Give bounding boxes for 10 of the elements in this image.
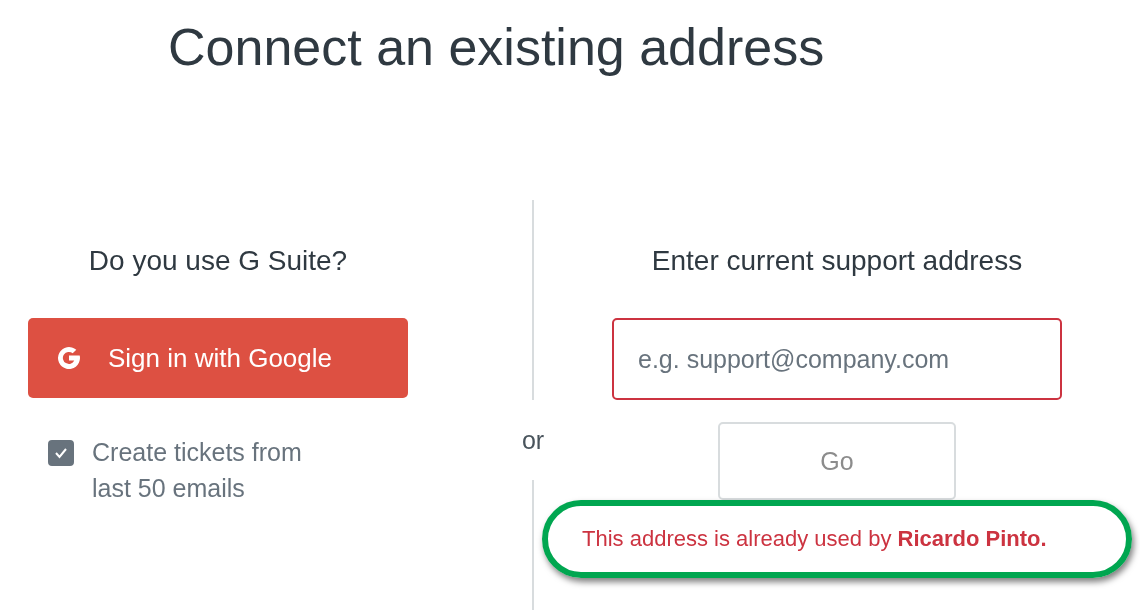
checkbox-label: Create tickets from last 50 emails <box>92 437 303 504</box>
check-icon <box>54 447 68 459</box>
or-separator: or <box>521 425 545 456</box>
google-sign-in-button[interactable]: Sign in with Google <box>28 318 408 398</box>
error-message: This address is already used by Ricardo Pinto. <box>582 526 1047 552</box>
support-address-input[interactable]: e.g. support@company.com <box>612 318 1062 400</box>
section-heading: Do you use G Suite? <box>88 244 348 278</box>
checkbox[interactable] <box>48 440 74 466</box>
page-title: Connect an existing address <box>167 17 826 78</box>
section-heading: Enter current support address <box>651 244 1023 278</box>
